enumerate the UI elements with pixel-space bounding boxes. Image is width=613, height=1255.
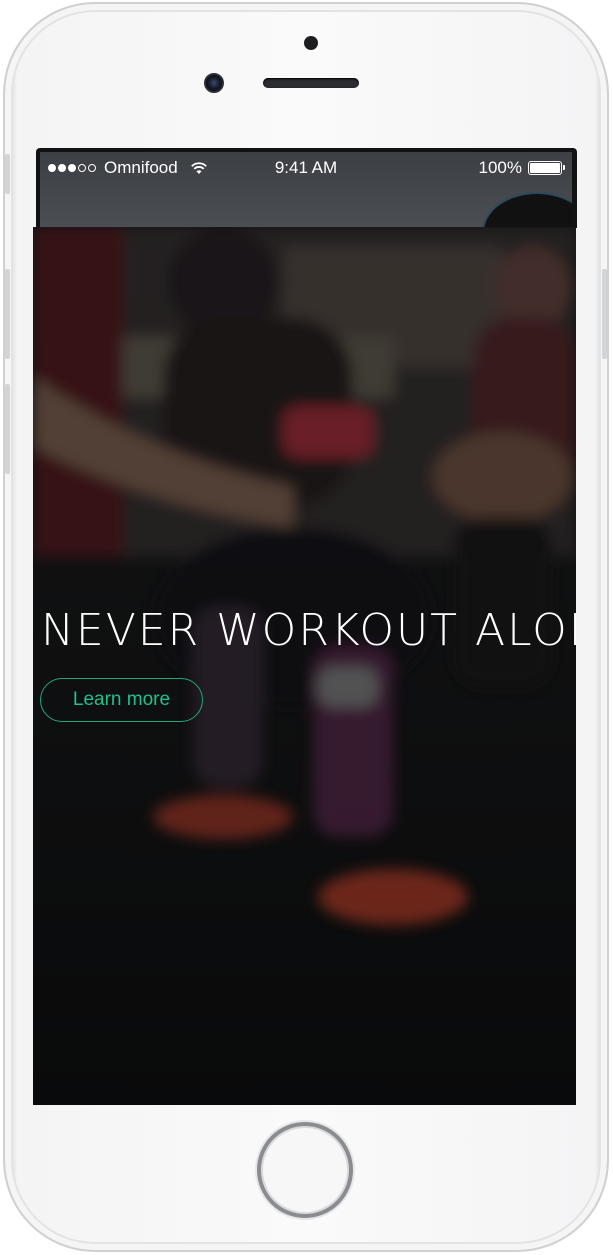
app-header: Omnifood 9:41 AM 100% xyxy=(40,152,572,228)
status-bar: Omnifood 9:41 AM 100% xyxy=(40,152,572,184)
hero-overlay xyxy=(33,227,576,1105)
volume-down-button xyxy=(5,384,10,474)
camera-icon xyxy=(204,73,224,93)
header-decoration xyxy=(482,192,572,228)
home-button[interactable] xyxy=(257,1122,353,1218)
volume-up-button xyxy=(5,269,10,359)
hero-title: NEVER WORKOUT ALONE xyxy=(41,605,576,656)
hero-section: NEVER WORKOUT ALONE Learn more xyxy=(33,227,576,1105)
battery-percent: 100% xyxy=(478,158,522,177)
earpiece-speaker xyxy=(263,78,359,88)
status-right: 100% xyxy=(478,158,565,178)
proximity-sensor-icon xyxy=(304,36,318,50)
learn-more-button[interactable]: Learn more xyxy=(40,678,203,722)
battery-icon xyxy=(528,161,565,175)
mute-switch xyxy=(5,154,10,194)
power-button xyxy=(602,269,607,359)
